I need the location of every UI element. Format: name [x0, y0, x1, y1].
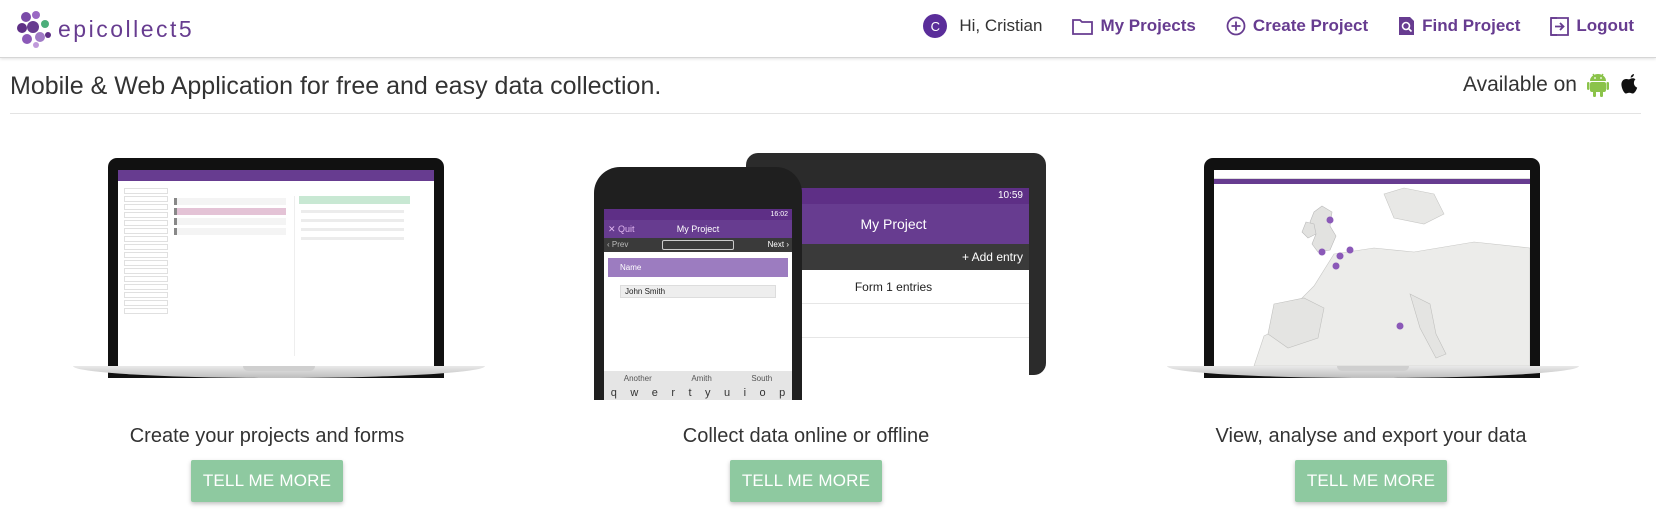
feature-caption: View, analyse and export your data — [1215, 425, 1527, 447]
user-avatar: C — [923, 14, 948, 38]
mobile-devices-illustration: 10:59 My Project cts + Add entry Form 1 … — [586, 150, 1046, 400]
main-nav: C Hi, Cristian My Projects Create Projec… — [923, 0, 1634, 52]
find-icon — [1399, 17, 1415, 35]
user-greeting: Hi, Cristian — [959, 16, 1043, 35]
feature-caption: Collect data online or offline — [682, 425, 930, 447]
europe-map — [1214, 184, 1530, 366]
folder-icon — [1072, 18, 1094, 35]
feature-caption: Create your projects and forms — [129, 425, 405, 447]
phone-suggestion: Another — [623, 373, 652, 383]
phone-prev: ‹ Prev — [607, 240, 629, 249]
brand-name: epicollect5 — [58, 15, 195, 42]
user-menu[interactable]: C Hi, Cristian — [923, 14, 1042, 38]
tell-me-more-button[interactable]: TELL ME MORE — [1295, 460, 1447, 502]
plus-circle-icon — [1226, 16, 1246, 36]
navbar: epicollect5 C Hi, Cristian My Projects C… — [0, 0, 1656, 58]
create-project-link[interactable]: Create Project — [1226, 16, 1368, 36]
page-headline: Mobile & Web Application for free and ea… — [10, 72, 662, 100]
tablet-add-entry: + Add entry — [961, 250, 1023, 264]
phone-key: q — [610, 386, 617, 399]
apple-icon[interactable] — [1619, 72, 1641, 97]
phone-app-title: My Project — [676, 224, 720, 234]
phone-key: o — [759, 386, 766, 399]
phone-answer: John Smith — [620, 285, 776, 298]
logout-icon — [1550, 16, 1570, 36]
feature-collect: 10:59 My Project cts + Add entry Form 1 … — [586, 150, 1046, 502]
feature-create: Create your projects and forms TELL ME M… — [47, 150, 487, 502]
phone-next: Next › — [767, 240, 789, 249]
available-on-label: Available on — [1462, 72, 1577, 96]
create-project-label: Create Project — [1252, 16, 1369, 35]
header-divider — [10, 113, 1641, 114]
phone-key: e — [651, 386, 658, 399]
phone-key: p — [779, 386, 786, 399]
phone-key: w — [630, 386, 639, 399]
laptop-map-illustration — [1151, 150, 1591, 400]
phone-key: i — [743, 386, 747, 399]
phone-key: r — [671, 386, 676, 399]
my-projects-label: My Projects — [1100, 16, 1196, 35]
find-project-label: Find Project — [1422, 16, 1521, 35]
my-projects-link[interactable]: My Projects — [1072, 16, 1196, 36]
tell-me-more-button[interactable]: TELL ME MORE — [191, 460, 343, 502]
tell-me-more-button[interactable]: TELL ME MORE — [730, 460, 882, 502]
android-icon[interactable] — [1587, 72, 1609, 97]
phone-suggestion: South — [751, 373, 773, 383]
phone-quit: ✕ Quit — [608, 224, 635, 234]
phone-illustration: 16:02 ✕ Quit My Project ‹ Prev Next › Na… — [594, 167, 802, 400]
logout-label: Logout — [1576, 16, 1634, 35]
phone-key: y — [705, 386, 711, 399]
phone-suggestion: Amith — [691, 373, 712, 383]
tablet-app-title: My Project — [860, 216, 927, 232]
logout-link[interactable]: Logout — [1550, 16, 1634, 36]
feature-analyse: View, analyse and export your data TELL … — [1151, 150, 1591, 502]
brand-logo[interactable]: epicollect5 — [16, 7, 194, 51]
phone-key: u — [723, 386, 731, 399]
find-project-link[interactable]: Find Project — [1398, 16, 1520, 36]
laptop-create-illustration — [47, 150, 487, 400]
phone-status-time: 16:02 — [604, 209, 792, 220]
phone-question: Name — [608, 258, 788, 277]
available-on: Available on — [1463, 72, 1641, 97]
phone-key: t — [688, 386, 692, 399]
epicollect-logo-icon — [17, 11, 51, 48]
